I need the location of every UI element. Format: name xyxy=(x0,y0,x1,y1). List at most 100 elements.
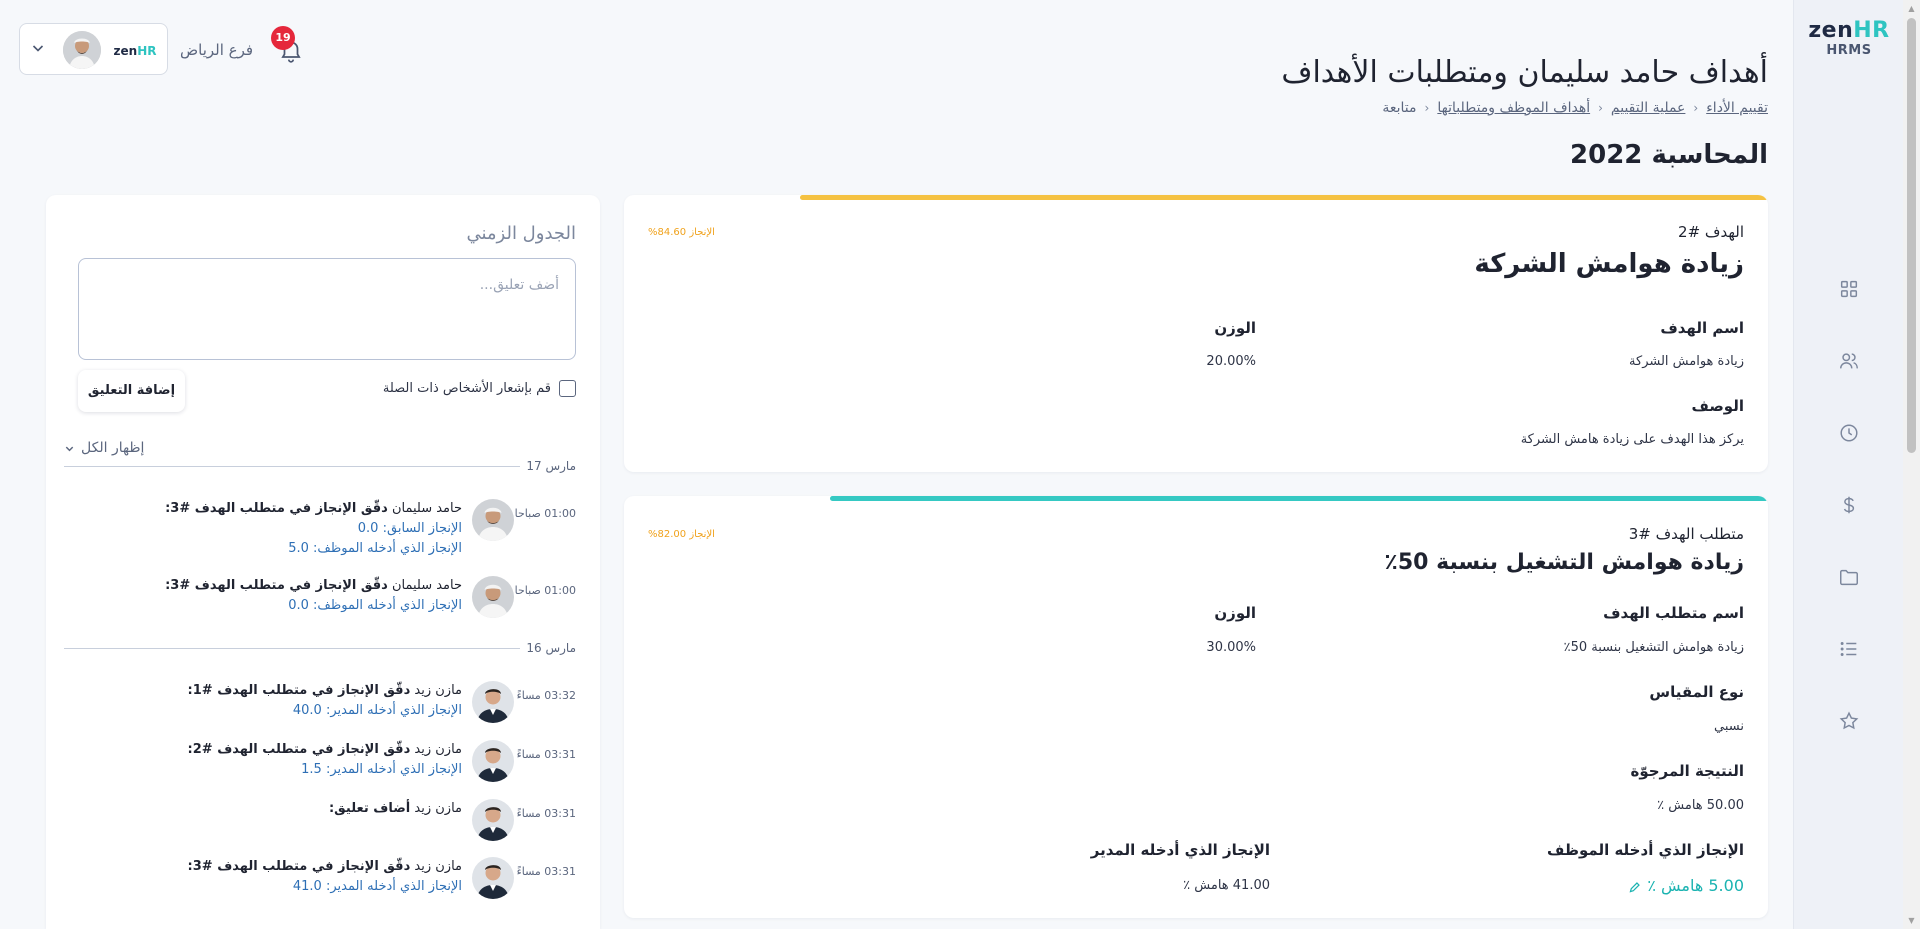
entry-user[interactable]: حامد سليمان xyxy=(392,578,462,593)
manager-achievement-label: الإنجاز الذي أدخله المدير xyxy=(1090,841,1270,859)
goal-desc-value: يركز هذا الهدف على زيادة هامش الشركة xyxy=(1520,432,1744,447)
scroll-up-arrow-icon[interactable]: ▲ xyxy=(1903,0,1920,17)
entry-line-value: 40.0 xyxy=(292,703,322,718)
entry-time: 03:31 مساءً xyxy=(516,865,576,878)
entry-action: دقّق الإنجاز في متطلب الهدف #3: xyxy=(165,578,388,593)
entry-line-label: الإنجاز الذي أدخله الموظف: xyxy=(313,598,462,613)
goal-desc-label: الوصف xyxy=(1691,397,1744,415)
chevron-down-icon xyxy=(65,446,74,451)
employee-achievement-value: 5.00 هامش ٪ xyxy=(1647,876,1744,895)
notification-badge[interactable]: 19 xyxy=(271,26,295,50)
timeline-date-separator: مارس 16 xyxy=(64,641,576,655)
grid-icon[interactable] xyxy=(1838,278,1860,300)
entry-action: أضاف تعليق: xyxy=(328,801,411,816)
entry-text: مازن زيد دقّق الإنجاز في متطلب الهدف #1:… xyxy=(188,681,462,721)
goal-achievement: الإنجاز 84.60% xyxy=(648,227,715,238)
avatar xyxy=(472,857,514,899)
scrollbar-thumb[interactable] xyxy=(1907,18,1916,453)
goal-progress-bar xyxy=(800,195,1768,200)
employee-achievement-label: الإنجاز الذي أدخله الموظف xyxy=(1547,841,1744,859)
company-logo: zenHR xyxy=(110,36,160,66)
employee-achievement: 5.00 هامش ٪ xyxy=(1628,876,1744,895)
requirement-name-value: زيادة هوامش التشغيل بنسبة 50٪ xyxy=(1563,640,1744,655)
requirement-name-label: اسم متطلب الهدف xyxy=(1603,604,1744,622)
entry-text: مازن زيد أضاف تعليق: xyxy=(329,799,462,819)
clock-icon[interactable] xyxy=(1838,422,1860,444)
goal-weight-value: 20.00% xyxy=(1206,354,1256,369)
entry-time: 03:32 مساءً xyxy=(516,689,576,702)
breadcrumb-link-evaluation[interactable]: عملية التقييم xyxy=(1611,100,1686,116)
notify-related-checkbox[interactable]: قم بإشعار الأشخاص ذات الصلة xyxy=(383,380,576,397)
entry-time: 01:00 صباحا xyxy=(514,584,576,597)
requirement-weight-label: الوزن xyxy=(1214,604,1256,622)
edit-pencil-icon[interactable] xyxy=(1628,879,1641,893)
timeline-date: مارس 17 xyxy=(526,459,576,473)
add-comment-button[interactable]: إضافة التعليق xyxy=(78,370,185,412)
entry-action: دقّق الإنجاز في متطلب الهدف #3: xyxy=(165,501,388,516)
notify-related-label: قم بإشعار الأشخاص ذات الصلة xyxy=(382,381,551,396)
entry-line-value: 0.0 xyxy=(357,521,379,536)
avatar xyxy=(472,681,514,723)
entry-user[interactable]: مازن زيد xyxy=(414,742,462,757)
avatar xyxy=(472,576,514,618)
timeline-date: مارس 16 xyxy=(526,641,576,655)
avatar xyxy=(472,740,514,782)
entry-line-label: الإنجاز الذي أدخله المدير: xyxy=(325,879,462,894)
entry-user[interactable]: مازن زيد xyxy=(414,801,462,816)
entry-time: 03:31 مساءً xyxy=(516,748,576,761)
entry-time: 01:00 صباحا xyxy=(514,507,576,520)
entry-user[interactable]: مازن زيد xyxy=(414,683,462,698)
entry-line-label: الإنجاز الذي أدخله الموظف: xyxy=(313,541,462,556)
entry-line-value: 0.0 xyxy=(288,598,309,613)
entry-text: حامد سليمان دقّق الإنجاز في متطلب الهدف … xyxy=(165,576,462,616)
show-all-toggle[interactable]: إظهار الكل xyxy=(64,440,144,456)
goal-number: الهدف #2 xyxy=(1678,223,1744,241)
branch-name[interactable]: فرع الرياض xyxy=(180,41,253,59)
list-icon[interactable] xyxy=(1838,638,1860,660)
user-menu[interactable]: zenHR xyxy=(19,23,168,75)
checkbox[interactable] xyxy=(559,380,576,397)
timeline-panel: الجدول الزمني أضف تعليق... قم بإشعار الأ… xyxy=(46,195,600,929)
comment-input[interactable]: أضف تعليق... xyxy=(78,258,576,360)
goal-name-label: اسم الهدف xyxy=(1660,319,1744,337)
timeline-title: الجدول الزمني xyxy=(466,223,576,244)
measure-type-label: نوع المقياس xyxy=(1649,683,1744,701)
timeline-date-separator: مارس 17 xyxy=(64,459,576,473)
sidebar: zenHR HRMS xyxy=(1793,0,1903,929)
logo-subtitle: HRMS xyxy=(1826,43,1872,58)
users-icon[interactable] xyxy=(1838,350,1860,372)
cycle-title: المحاسبة 2022 xyxy=(1570,140,1768,170)
page-title: أهداف حامد سليمان ومتطلبات الأهداف xyxy=(1281,55,1768,90)
entry-action: دقّق الإنجاز في متطلب الهدف #2: xyxy=(187,742,411,757)
entry-user[interactable]: حامد سليمان xyxy=(392,501,462,516)
entry-line-value: 41.0 xyxy=(292,879,322,894)
chevron-left-icon: ‹ xyxy=(1424,101,1430,115)
entry-time: 03:31 مساءً xyxy=(516,807,576,820)
requirement-card: الإنجاز 82.00% متطلب الهدف #3 زيادة هوام… xyxy=(624,496,1768,918)
entry-text: مازن زيد دقّق الإنجاز في متطلب الهدف #2:… xyxy=(188,740,462,780)
manager-achievement-value: 41.00 هامش ٪ xyxy=(1183,878,1270,893)
avatar xyxy=(63,31,101,69)
requirement-title: زيادة هوامش التشغيل بنسبة 50٪ xyxy=(1384,550,1744,575)
entry-line-label: الإنجاز السابق: xyxy=(382,521,462,536)
chevron-down-icon[interactable] xyxy=(30,40,46,56)
chevron-left-icon: ‹ xyxy=(1598,101,1603,115)
star-icon[interactable] xyxy=(1838,710,1860,732)
breadcrumb-current: متابعة xyxy=(1382,100,1417,116)
page-scrollbar[interactable]: ▲ ▼ xyxy=(1903,0,1920,929)
breadcrumb-link-employee-goals[interactable]: أهداف الموظف ومتطلباتها xyxy=(1437,100,1590,116)
zenhr-logo[interactable]: zenHR HRMS xyxy=(1794,18,1904,58)
entry-user[interactable]: مازن زيد xyxy=(414,859,462,874)
breadcrumb-link-performance[interactable]: تقييم الأداء xyxy=(1706,100,1768,116)
requirement-number: متطلب الهدف #3 xyxy=(1628,525,1744,543)
measure-type-value: نسبي xyxy=(1714,719,1744,734)
logo-hr-text: HR xyxy=(1853,18,1890,43)
entry-text: مازن زيد دقّق الإنجاز في متطلب الهدف #3:… xyxy=(188,857,462,897)
requirement-weight-value: 30.00% xyxy=(1206,640,1256,655)
show-all-label: إظهار الكل xyxy=(81,440,145,456)
folder-icon[interactable] xyxy=(1838,566,1860,588)
entry-action: دقّق الإنجاز في متطلب الهدف #1: xyxy=(187,683,411,698)
scroll-down-arrow-icon[interactable]: ▼ xyxy=(1903,912,1920,929)
entry-line-value: 5.0 xyxy=(288,541,309,556)
dollar-icon[interactable] xyxy=(1838,494,1860,516)
